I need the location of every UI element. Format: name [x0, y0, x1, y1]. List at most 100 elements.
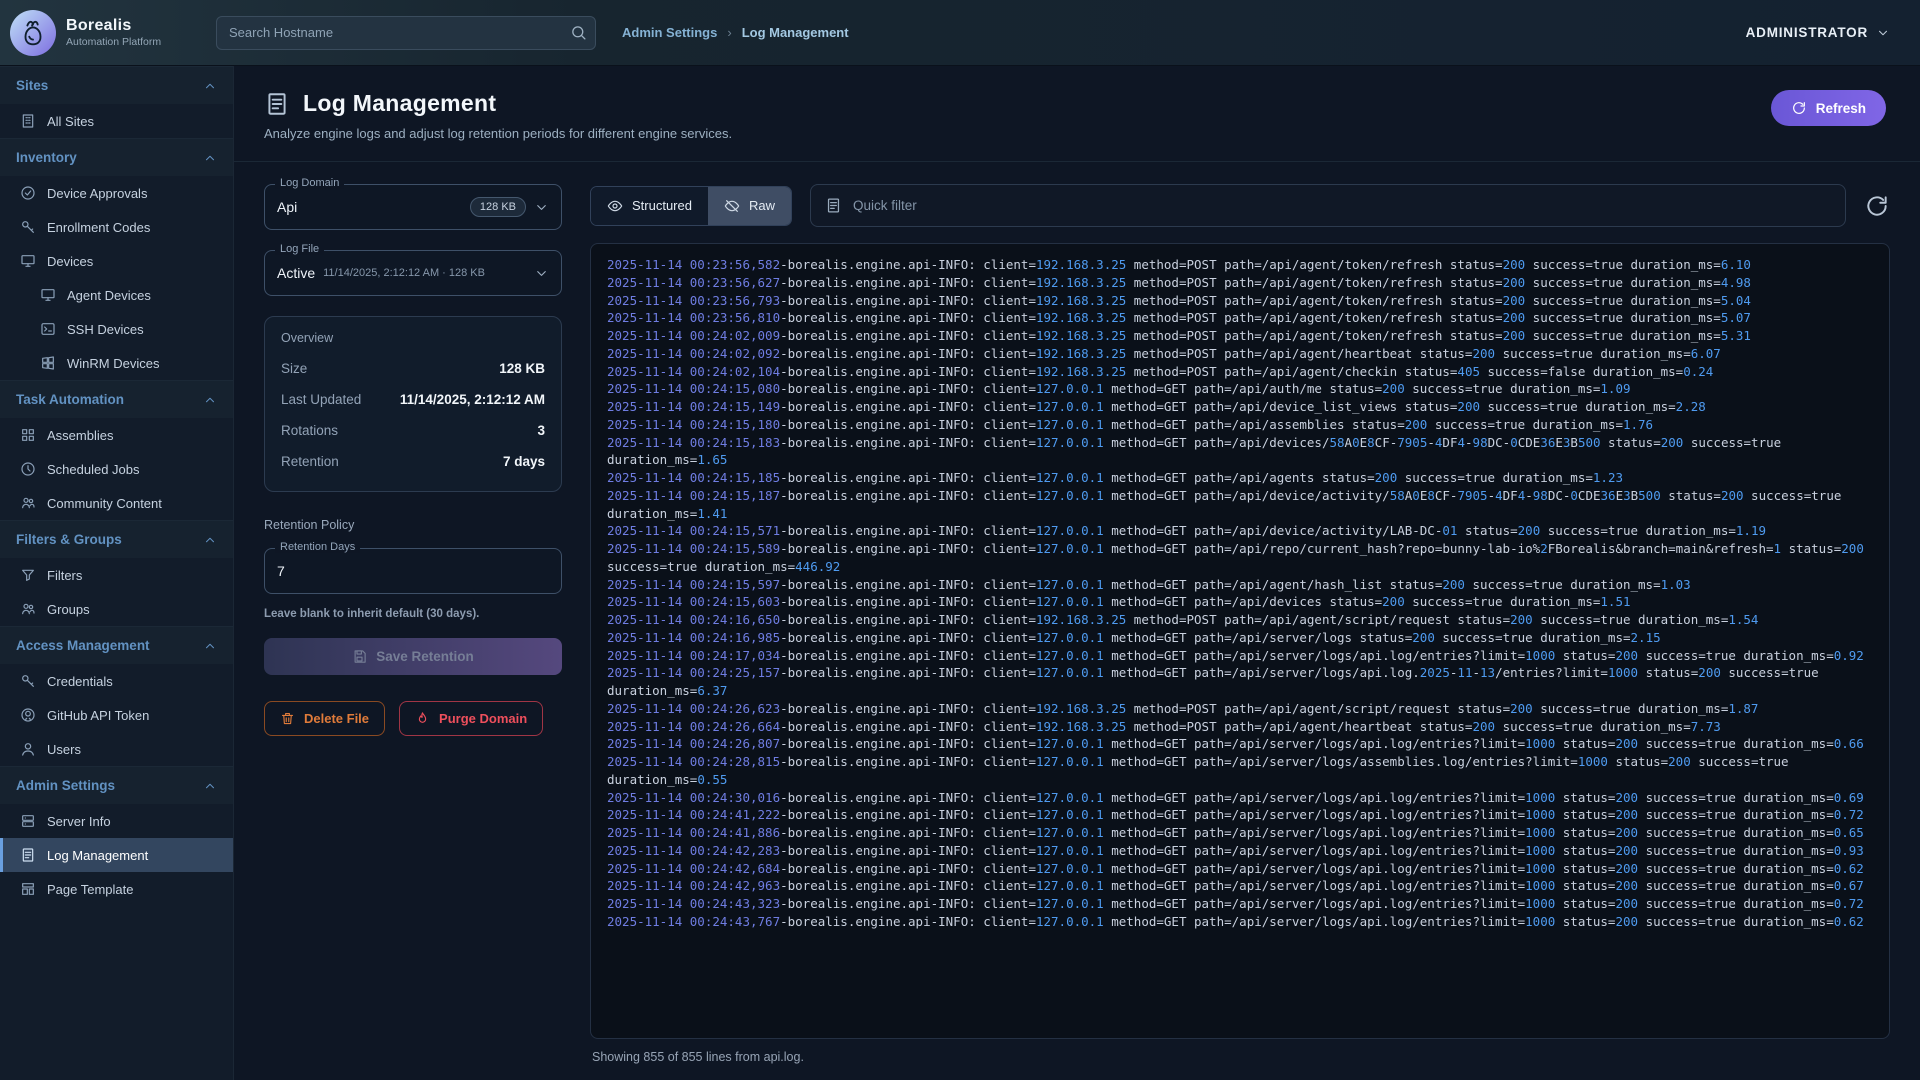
purge-domain-label: Purge Domain [439, 711, 527, 726]
sidebar-section-label: Admin Settings [16, 778, 115, 793]
sidebar-section-task-automation[interactable]: Task Automation [0, 380, 233, 418]
log-output[interactable]: 2025-11-14 00:23:56,582-borealis.engine.… [590, 243, 1890, 1039]
sidebar-section-admin-settings[interactable]: Admin Settings [0, 766, 233, 804]
log-line: 2025-11-14 00:24:42,684-borealis.engine.… [607, 860, 1873, 878]
sidebar-item-assemblies[interactable]: Assemblies [0, 418, 233, 452]
danger-actions: Delete File Purge Domain [264, 701, 562, 736]
delete-file-button[interactable]: Delete File [264, 701, 385, 736]
sidebar-item-scheduled-jobs[interactable]: Scheduled Jobs [0, 452, 233, 486]
sidebar-item-agent-devices[interactable]: Agent Devices [0, 278, 233, 312]
view-mode-toggle: Structured Raw [590, 186, 792, 226]
sidebar-item-log-management[interactable]: Log Management [0, 838, 233, 872]
sidebar-item-server-info[interactable]: Server Info [0, 804, 233, 838]
main-content: Log Management Analyze engine logs and a… [234, 66, 1920, 1080]
sidebar-item-label: Agent Devices [67, 288, 151, 303]
chevron-up-icon [203, 779, 217, 793]
purge-domain-button[interactable]: Purge Domain [399, 701, 543, 736]
sidebar-section-inventory[interactable]: Inventory [0, 138, 233, 176]
brand: Borealis Automation Platform [10, 10, 190, 56]
sidebar-item-community-content[interactable]: Community Content [0, 486, 233, 520]
monitor-icon [40, 287, 56, 303]
sidebar-item-label: SSH Devices [67, 322, 144, 337]
structured-view-label: Structured [632, 198, 692, 213]
sidebar-item-winrm-devices[interactable]: WinRM Devices [0, 346, 233, 380]
log-line: 2025-11-14 00:24:15,180-borealis.engine.… [607, 416, 1873, 434]
sidebar-section-sites[interactable]: Sites [0, 66, 233, 104]
overview-row-rotations: Rotations 3 [281, 415, 545, 446]
save-retention-label: Save Retention [376, 649, 474, 664]
key-icon [20, 219, 36, 235]
sidebar-item-users[interactable]: Users [0, 732, 233, 766]
sidebar-item-ssh-devices[interactable]: SSH Devices [0, 312, 233, 346]
log-line: 2025-11-14 00:24:15,571-borealis.engine.… [607, 522, 1873, 540]
breadcrumb-log-management[interactable]: Log Management [742, 25, 849, 40]
sidebar-item-devices[interactable]: Devices [0, 244, 233, 278]
raw-view-button[interactable]: Raw [708, 187, 791, 225]
sidebar-item-enrollment-codes[interactable]: Enrollment Codes [0, 210, 233, 244]
log-line: 2025-11-14 00:24:41,222-borealis.engine.… [607, 806, 1873, 824]
overview-title: Overview [281, 331, 545, 345]
sidebar-section-access-management[interactable]: Access Management [0, 626, 233, 664]
sidebar-item-label: Enrollment Codes [47, 220, 150, 235]
retention-days-label: Retention Days [275, 541, 360, 553]
retention-days-field: Retention Days [264, 548, 562, 594]
user-menu[interactable]: ADMINISTRATOR [1746, 25, 1890, 40]
sidebar-item-label: GitHub API Token [47, 708, 149, 723]
log-domain-label: Log Domain [275, 177, 344, 189]
log-line: 2025-11-14 00:24:02,092-borealis.engine.… [607, 345, 1873, 363]
save-retention-button[interactable]: Save Retention [264, 638, 562, 675]
breadcrumb-admin-settings[interactable]: Admin Settings [622, 25, 717, 40]
log-file-meta: 11/14/2025, 2:12:12 AM · 128 KB [323, 267, 526, 279]
log-file-select[interactable]: Log File Active 11/14/2025, 2:12:12 AM ·… [264, 250, 562, 296]
log-controls-panel: Log Domain Api 128 KB Log File Active 11… [264, 184, 562, 1080]
grid-icon [20, 427, 36, 443]
log-line: 2025-11-14 00:24:26,623-borealis.engine.… [607, 700, 1873, 718]
log-line: 2025-11-14 00:24:02,104-borealis.engine.… [607, 363, 1873, 381]
clock-icon [20, 461, 36, 477]
people-icon [20, 601, 36, 617]
sidebar-section-label: Access Management [16, 638, 150, 653]
log-line: 2025-11-14 00:24:26,664-borealis.engine.… [607, 718, 1873, 736]
log-line: 2025-11-14 00:24:30,016-borealis.engine.… [607, 789, 1873, 807]
sidebar-section-label: Filters & Groups [16, 532, 122, 547]
approve-icon [20, 185, 36, 201]
chevron-down-icon [534, 266, 549, 281]
sidebar-section-filters-groups[interactable]: Filters & Groups [0, 520, 233, 558]
sidebar-item-all-sites[interactable]: All Sites [0, 104, 233, 138]
log-line: 2025-11-14 00:24:17,034-borealis.engine.… [607, 647, 1873, 665]
retention-days-input[interactable] [277, 563, 549, 579]
sidebar-item-filters[interactable]: Filters [0, 558, 233, 592]
search-input[interactable] [216, 16, 596, 50]
sidebar-item-label: Scheduled Jobs [47, 462, 140, 477]
sidebar-item-label: All Sites [47, 114, 94, 129]
refresh-button[interactable]: Refresh [1771, 90, 1886, 126]
log-line: 2025-11-14 00:24:15,597-borealis.engine.… [607, 576, 1873, 594]
log-line: 2025-11-14 00:24:16,985-borealis.engine.… [607, 629, 1873, 647]
quick-filter-input[interactable] [853, 198, 1831, 213]
overview-row-last-updated: Last Updated 11/14/2025, 2:12:12 AM [281, 384, 545, 415]
log-count-caption: Showing 855 of 855 lines from api.log. [590, 1039, 1890, 1080]
log-line: 2025-11-14 00:24:15,183-borealis.engine.… [607, 434, 1873, 470]
log-domain-select[interactable]: Log Domain Api 128 KB [264, 184, 562, 230]
sidebar-item-credentials[interactable]: Credentials [0, 664, 233, 698]
app-subtitle: Automation Platform [66, 36, 161, 48]
github-icon [20, 707, 36, 723]
retention-policy-heading: Retention Policy [264, 518, 562, 532]
log-domain-size-badge: 128 KB [470, 197, 526, 217]
sidebar-item-page-template[interactable]: Page Template [0, 872, 233, 906]
structured-view-button[interactable]: Structured [591, 187, 708, 225]
template-icon [20, 881, 36, 897]
log-line: 2025-11-14 00:24:02,009-borealis.engine.… [607, 327, 1873, 345]
sidebar-item-groups[interactable]: Groups [0, 592, 233, 626]
page-header: Log Management Analyze engine logs and a… [234, 66, 1920, 162]
sidebar-item-github-api-token[interactable]: GitHub API Token [0, 698, 233, 732]
log-file-value: Active [277, 265, 315, 281]
log-viewer-panel: Structured Raw [590, 184, 1890, 1080]
sidebar-item-device-approvals[interactable]: Device Approvals [0, 176, 233, 210]
sidebar-item-label: WinRM Devices [67, 356, 159, 371]
log-line: 2025-11-14 00:24:15,589-borealis.engine.… [607, 540, 1873, 576]
sidebar: Sites All Sites InventoryDevice Approvals E… [0, 66, 234, 1080]
log-line: 2025-11-14 00:23:56,627-borealis.engine.… [607, 274, 1873, 292]
breadcrumb: Admin Settings › Log Management [622, 25, 849, 40]
viewer-refresh-button[interactable] [1864, 193, 1890, 219]
